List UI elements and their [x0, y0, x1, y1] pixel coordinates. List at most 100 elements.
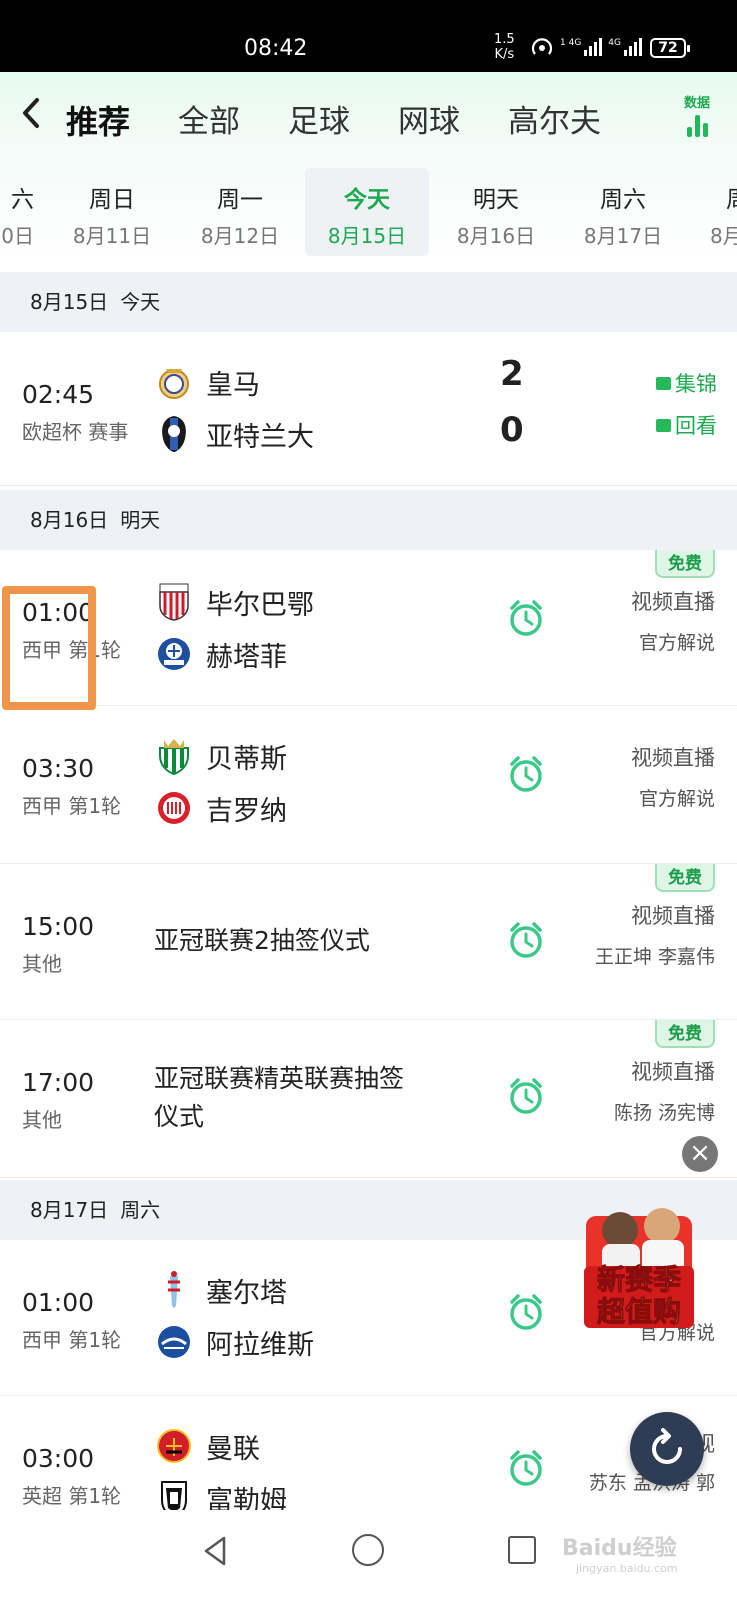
baidu-watermark: Baidu经验 jingyan.baidu.com — [562, 1530, 678, 1575]
away-score: 0 — [500, 410, 524, 450]
status-icons: 1 4G 4G — [530, 36, 642, 58]
back-button[interactable] — [20, 96, 50, 136]
match-row[interactable]: 02:45 欧超杯 赛事 皇马 亚特兰大 2 0 集锦 回看 — [0, 332, 737, 486]
alarm-clock-icon[interactable] — [506, 1448, 546, 1488]
match-league: 其他 — [22, 952, 62, 976]
video-live-label: 视频直播 — [631, 1060, 715, 1084]
section-header: 8月15日 今天 — [0, 272, 737, 332]
section-date: 8月15日 — [30, 290, 109, 314]
athletic-bilbao-crest-icon — [159, 583, 189, 621]
category-tabs: 推荐 全部 足球 网球 高尔夫 — [66, 100, 649, 144]
nav-home-icon[interactable] — [352, 1534, 384, 1566]
girona-crest-icon — [158, 792, 190, 824]
day-tab[interactable]: 周六 8月17日 — [561, 168, 685, 256]
away-team: 亚特兰大 — [156, 414, 314, 454]
net-speed: 1.5 K/s — [494, 32, 515, 62]
refresh-icon — [652, 1428, 682, 1464]
day-tab[interactable]: 周 8月 — [690, 168, 737, 256]
battery-icon: 72 — [650, 38, 690, 58]
home-team: 贝蒂斯 — [156, 736, 287, 776]
ad-close-button[interactable]: × — [682, 1136, 718, 1172]
tab-tennis[interactable]: 网球 — [398, 100, 460, 144]
screen: 08:42 1.5 K/s 1 4G 4G 72 推荐 全部 足球 网球 高尔夫… — [0, 0, 737, 1600]
match-row[interactable]: 03:30 西甲 第1轮 贝蒂斯 吉罗纳 视频直播 官方解说 — [0, 706, 737, 864]
team-name: 亚特兰大 — [206, 421, 314, 453]
nav-recents-icon[interactable] — [508, 1536, 536, 1564]
commentary-label: 官方解说 — [638, 788, 715, 810]
event-title: 亚冠联赛精英联赛抽签 仪式 — [154, 1060, 454, 1136]
highlights-icon — [656, 376, 671, 390]
data-label: 数据 — [683, 96, 710, 111]
day-tabs: 六 0日 周日 8月11日 周一 8月12日 今天 8月15日 明天 8月16日 周六 8月… — [0, 168, 737, 256]
alarm-clock-icon[interactable] — [506, 598, 546, 638]
match-time: 02:45 — [22, 380, 95, 409]
promo-ad-banner[interactable]: 新赛季 超值购 — [580, 1196, 698, 1336]
match-time: 03:30 — [22, 754, 95, 783]
day-weekday: 周一 — [217, 187, 263, 213]
highlights-link[interactable]: 集锦 — [656, 368, 717, 398]
tab-golf[interactable]: 高尔夫 — [508, 100, 601, 144]
play-icon — [656, 418, 671, 432]
net-speed-unit: K/s — [494, 47, 515, 62]
tab-recommended[interactable]: 推荐 — [66, 100, 131, 144]
day-tab[interactable]: 周一 8月12日 — [178, 168, 302, 256]
day-date: 0日 — [1, 224, 34, 248]
free-badge: 免费 — [655, 550, 715, 578]
day-date: 8月16日 — [456, 224, 536, 248]
signal-label-2: 4G — [608, 38, 621, 48]
day-date: 8月15日 — [327, 224, 407, 248]
data-button[interactable]: 数据 — [672, 92, 722, 142]
match-time: 17:00 — [22, 1068, 95, 1097]
event-title-line: 仪式 — [154, 1102, 205, 1131]
match-league: 英超 第1轮 — [22, 1484, 122, 1508]
free-badge: 免费 — [655, 864, 715, 892]
free-badge: 免费 — [655, 1020, 715, 1048]
real-betis-crest-icon — [159, 739, 189, 776]
clock: 08:42 — [244, 36, 308, 61]
nav-back-icon[interactable] — [200, 1534, 230, 1568]
match-time: 03:00 — [22, 1444, 95, 1473]
day-date: 8月12日 — [200, 224, 280, 248]
day-tab[interactable]: 明天 8月16日 — [434, 168, 558, 256]
day-date: 8月 — [710, 224, 737, 248]
day-weekday: 周 — [690, 180, 737, 214]
replay-link[interactable]: 回看 — [656, 410, 717, 440]
celta-crest-icon — [168, 1271, 180, 1308]
day-tab[interactable]: 周日 8月11日 — [50, 168, 174, 256]
status-bar: 08:42 1.5 K/s 1 4G 4G 72 — [0, 0, 737, 72]
match-row[interactable]: 免费 17:00 其他 亚冠联赛精英联赛抽签 仪式 视频直播 陈扬 汤宪博 — [0, 1020, 737, 1178]
day-tab-today[interactable]: 今天 8月15日 — [305, 168, 429, 256]
watermark-main: Baidu经验 — [562, 1536, 677, 1561]
home-team: 毕尔巴鄂 — [156, 582, 314, 622]
team-name: 塞尔塔 — [206, 1277, 287, 1309]
promo-ad-line: 新赛季 — [596, 1263, 681, 1296]
alarm-clock-icon[interactable] — [506, 920, 546, 960]
away-team: 赫塔菲 — [156, 634, 287, 674]
match-league: 欧超杯 赛事 — [22, 420, 129, 444]
team-name: 毕尔巴鄂 — [206, 589, 314, 621]
video-live-label: 视频直播 — [631, 746, 715, 770]
team-name: 贝蒂斯 — [206, 743, 287, 775]
home-team: 皇马 — [156, 362, 260, 402]
watermark-sub: jingyan.baidu.com — [576, 1562, 678, 1575]
alarm-clock-icon[interactable] — [506, 754, 546, 794]
match-row[interactable]: 免费 15:00 其他 亚冠联赛2抽签仪式 视频直播 王正坤 李嘉伟 — [0, 864, 737, 1020]
chevron-left-icon — [23, 98, 39, 128]
day-weekday: 周日 — [89, 187, 135, 213]
event-title: 亚冠联赛2抽签仪式 — [154, 926, 370, 955]
match-time: 15:00 — [22, 912, 95, 941]
refresh-button[interactable] — [630, 1412, 704, 1486]
day-tab[interactable]: 六 0日 — [0, 168, 42, 256]
tab-all[interactable]: 全部 — [178, 100, 240, 144]
match-row[interactable]: 免费 01:00 西甲 第1轮 毕尔巴鄂 赫塔菲 视频直播 官方解说 — [0, 550, 737, 706]
tab-football[interactable]: 足球 — [288, 100, 350, 144]
alarm-clock-icon[interactable] — [506, 1076, 546, 1116]
alarm-clock-icon[interactable] — [506, 1292, 546, 1332]
signal-label-1: 1 4G — [560, 38, 582, 48]
getafe-crest-icon — [158, 638, 190, 670]
day-weekday: 周六 — [600, 187, 646, 213]
manchester-united-crest-icon — [157, 1429, 191, 1463]
day-weekday: 明天 — [473, 187, 519, 213]
highlights-label: 集锦 — [675, 372, 717, 396]
team-name: 赫塔菲 — [206, 641, 287, 673]
